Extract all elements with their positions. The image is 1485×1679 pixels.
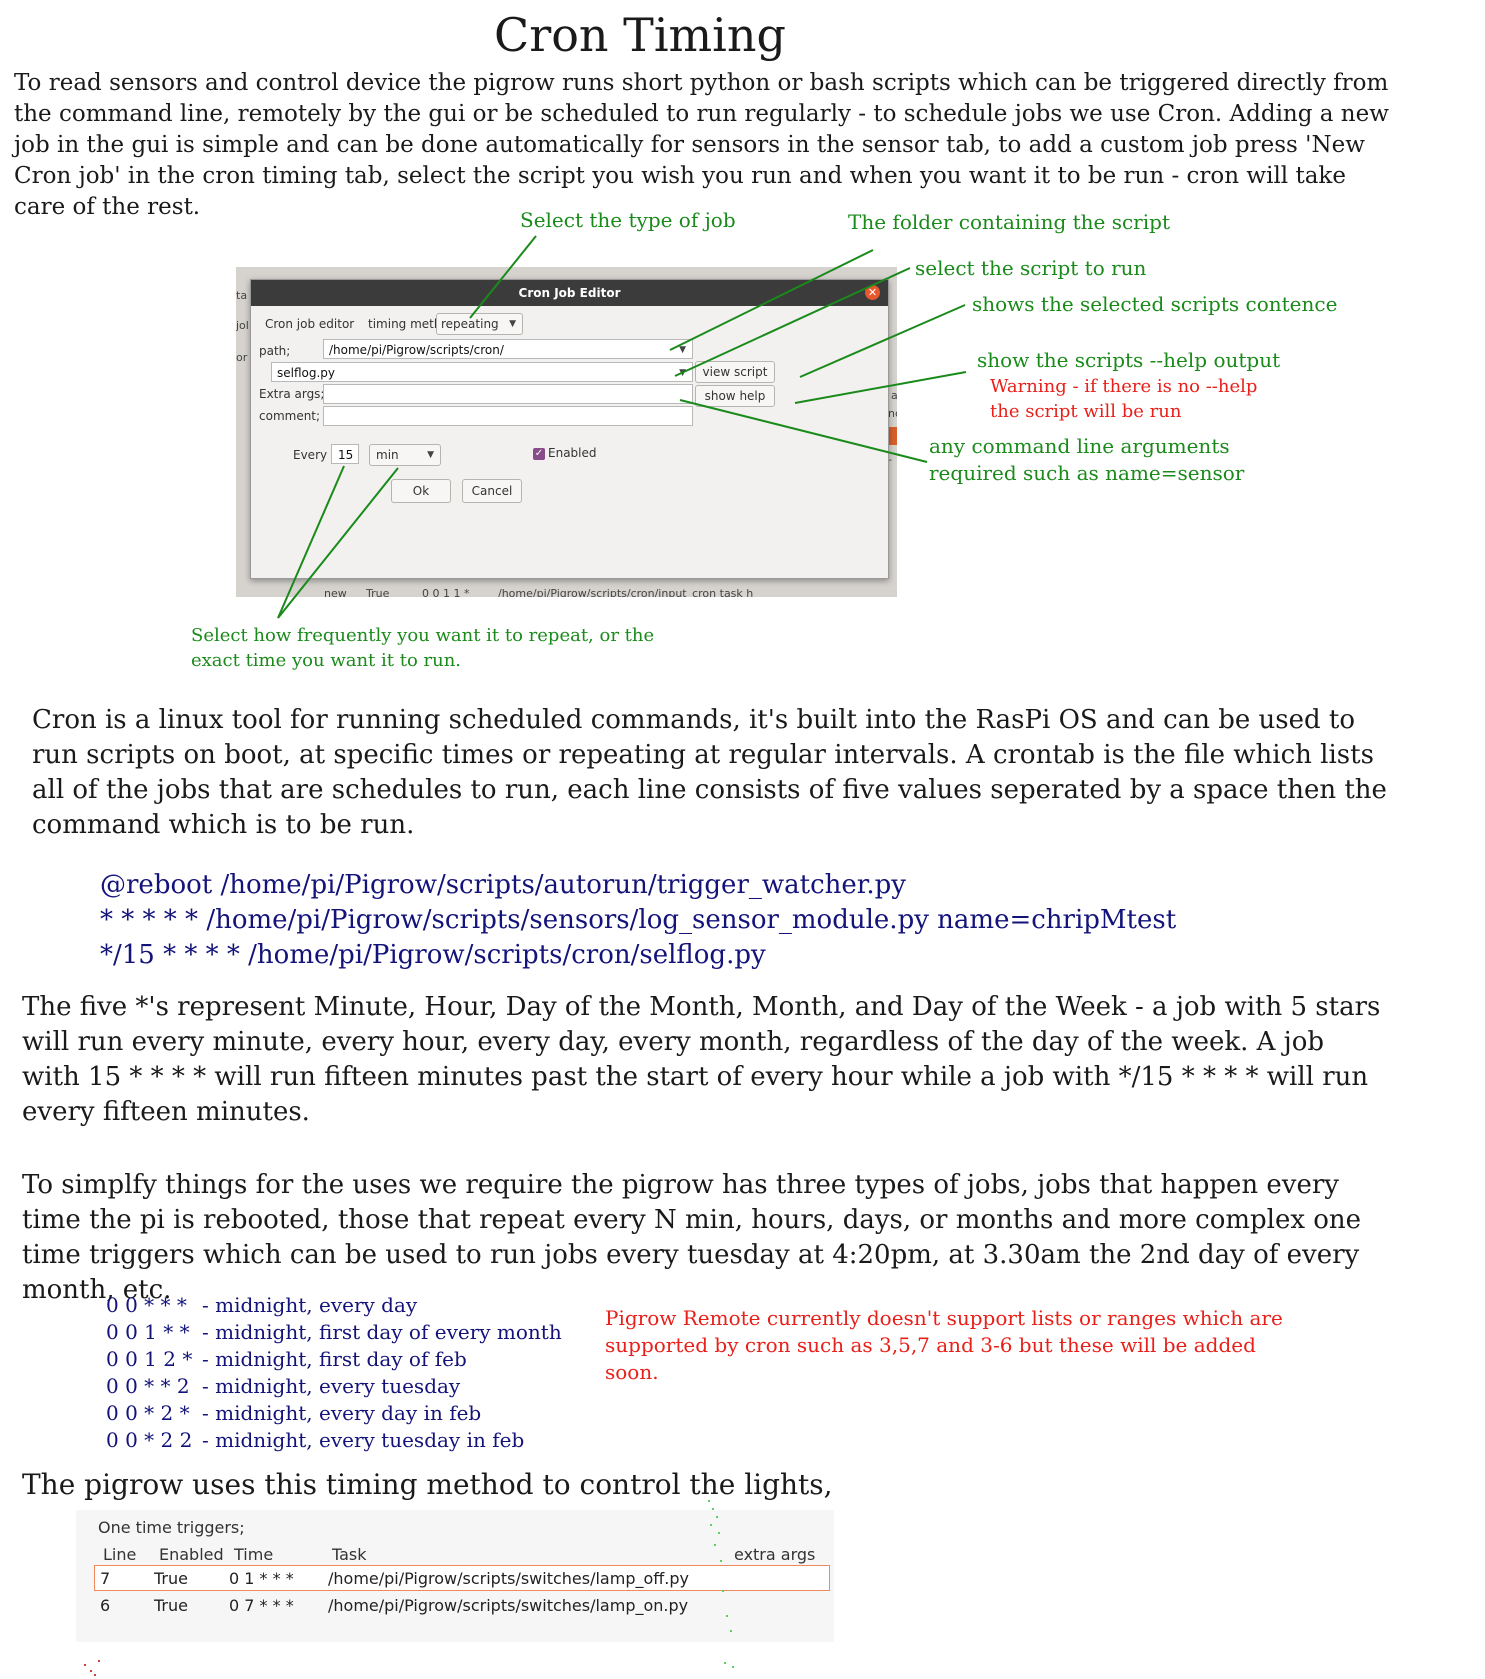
decorative-specks	[84, 1500, 734, 1676]
